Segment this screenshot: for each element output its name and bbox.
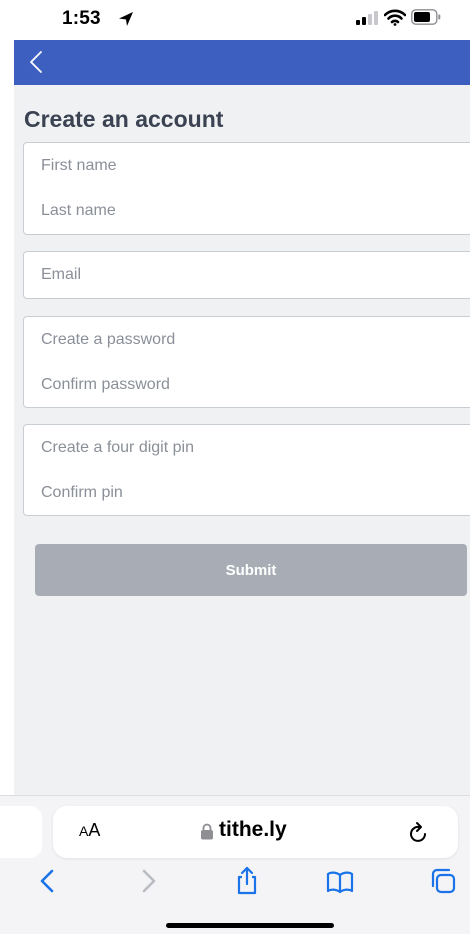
- submit-button[interactable]: Submit: [35, 544, 467, 596]
- browser-toolbar: AA tithe.ly: [0, 795, 470, 934]
- previous-tab-peek[interactable]: [0, 806, 42, 858]
- bookmarks-icon[interactable]: [325, 866, 355, 896]
- confirm-password-input[interactable]: [24, 362, 470, 407]
- chevron-left-icon[interactable]: [27, 50, 45, 74]
- tabs-icon[interactable]: [428, 866, 458, 896]
- email-field-group: [23, 251, 470, 299]
- wifi-icon: [384, 9, 406, 26]
- reader-aa-button[interactable]: AA: [79, 820, 100, 841]
- lock-icon: [201, 823, 213, 840]
- browser-forward-icon[interactable]: [133, 866, 163, 896]
- address-bar[interactable]: AA tithe.ly: [53, 806, 458, 858]
- reload-icon[interactable]: [408, 820, 430, 844]
- pin-field-group: [23, 424, 470, 516]
- name-field-group: [23, 142, 470, 235]
- browser-back-icon[interactable]: [33, 866, 63, 896]
- app-nav-bar: [14, 40, 470, 85]
- create-account-form: Create an account Submit: [14, 85, 470, 795]
- aa-small-letter: A: [79, 823, 89, 839]
- first-name-input[interactable]: [24, 143, 470, 188]
- pin-input[interactable]: [24, 425, 470, 470]
- status-bar: 1:53: [0, 0, 470, 40]
- battery-icon: [411, 9, 441, 25]
- cellular-signal-icon: [356, 11, 378, 25]
- home-indicator: [166, 923, 334, 928]
- password-field-group: [23, 316, 470, 408]
- last-name-input[interactable]: [24, 188, 470, 233]
- url-text: tithe.ly: [219, 818, 287, 841]
- password-input[interactable]: [24, 317, 470, 362]
- aa-large-letter: A: [88, 820, 101, 840]
- location-arrow-icon: [119, 12, 133, 26]
- confirm-pin-input[interactable]: [24, 470, 470, 515]
- share-icon[interactable]: [232, 866, 262, 896]
- status-time: 1:53: [62, 8, 101, 29]
- page-title: Create an account: [24, 106, 224, 132]
- email-input[interactable]: [24, 252, 470, 297]
